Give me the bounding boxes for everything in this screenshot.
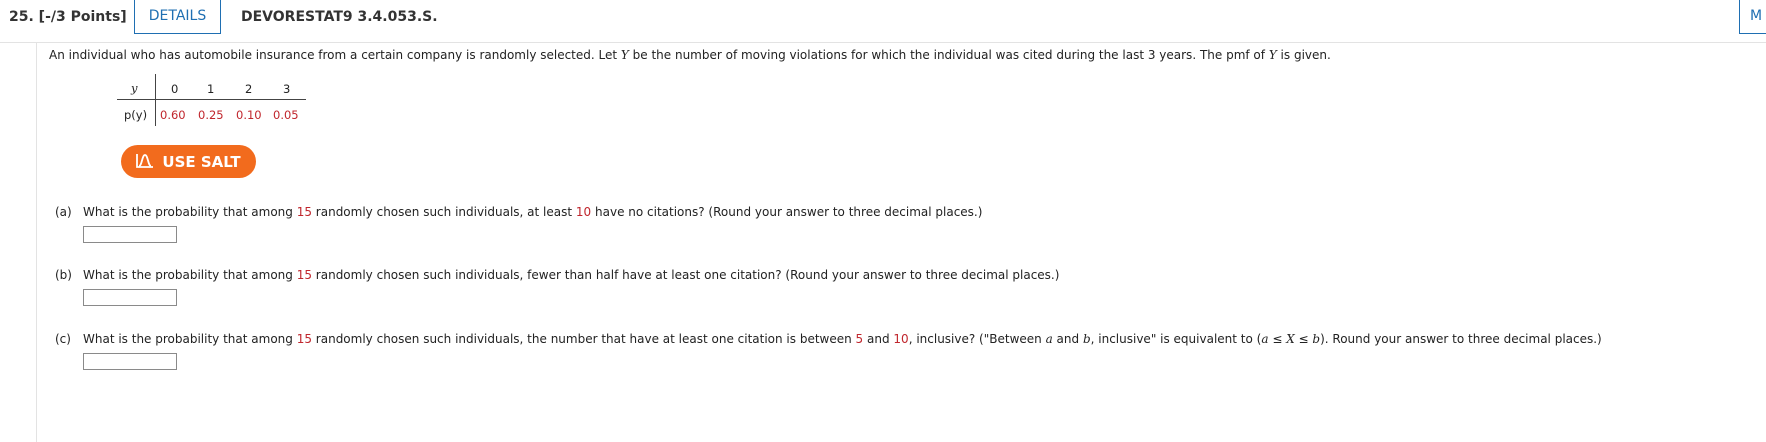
intro-text: be the number of moving violations for w… bbox=[628, 48, 1269, 62]
question-text: randomly chosen such individuals, the nu… bbox=[311, 332, 856, 346]
use-salt-button[interactable]: USE SALT bbox=[121, 145, 256, 178]
table-p-value: 0.05 bbox=[273, 108, 299, 122]
table-y-value: 1 bbox=[207, 82, 215, 96]
table-divider-vertical bbox=[155, 74, 156, 126]
table-row-label-y: y bbox=[131, 81, 138, 95]
sample-size-value: 15 bbox=[296, 268, 312, 282]
variable-x: X bbox=[1286, 332, 1295, 346]
question-text: randomly chosen such individuals, fewer … bbox=[311, 268, 1060, 282]
question-text: , inclusive? ("Between bbox=[908, 332, 1046, 346]
table-y-value: 0 bbox=[171, 82, 179, 96]
variable-a: a bbox=[1045, 332, 1053, 346]
variable-y: Y bbox=[620, 48, 629, 62]
sample-size-value: 15 bbox=[296, 205, 312, 219]
my-notes-button[interactable]: M bbox=[1739, 0, 1766, 34]
problem-intro: An individual who has automobile insuran… bbox=[49, 48, 1331, 62]
question-text: ≤ bbox=[1294, 332, 1313, 346]
answer-input-b[interactable] bbox=[83, 289, 177, 306]
answer-input-c[interactable] bbox=[83, 353, 177, 370]
table-y-value: 3 bbox=[283, 82, 291, 96]
part-c-question: (c) What is the probability that among 15… bbox=[55, 332, 1602, 346]
question-text: and bbox=[1052, 332, 1083, 346]
question-text: , inclusive" is equivalent to ( bbox=[1090, 332, 1262, 346]
variable-a: a bbox=[1261, 332, 1269, 346]
threshold-value: 10 bbox=[575, 205, 592, 219]
question-text: ≤ bbox=[1268, 332, 1287, 346]
question-header: 25. [-/3 Points] DETAILS DEVORESTAT9 3.4… bbox=[0, 0, 1766, 43]
question-text: What is the probability that among bbox=[83, 268, 297, 282]
part-label: (b) bbox=[55, 268, 72, 282]
question-code: DEVORESTAT9 3.4.053.S. bbox=[241, 9, 438, 25]
table-p-value: 0.60 bbox=[160, 108, 186, 122]
variable-y: Y bbox=[1268, 48, 1277, 62]
question-text: What is the probability that among bbox=[83, 332, 297, 346]
variable-b: b bbox=[1082, 332, 1091, 346]
table-row-label-py: p(y) bbox=[124, 108, 148, 122]
details-button[interactable]: DETAILS bbox=[134, 0, 221, 34]
part-b-question: (b) What is the probability that among 15… bbox=[55, 268, 1059, 282]
question-text: and bbox=[863, 332, 894, 346]
table-y-value: 2 bbox=[245, 82, 253, 96]
answer-input-a[interactable] bbox=[83, 226, 177, 243]
left-divider bbox=[36, 42, 37, 442]
sample-size-value: 15 bbox=[296, 332, 312, 346]
part-label: (a) bbox=[55, 205, 72, 219]
intro-text: An individual who has automobile insuran… bbox=[49, 48, 621, 62]
table-divider-horizontal bbox=[117, 99, 306, 100]
use-salt-label: USE SALT bbox=[162, 152, 241, 171]
question-text: randomly chosen such individuals, at lea… bbox=[311, 205, 576, 219]
salt-chart-icon bbox=[136, 152, 154, 172]
part-a-question: (a) What is the probability that among 15… bbox=[55, 205, 982, 219]
question-text: What is the probability that among bbox=[83, 205, 297, 219]
part-label: (c) bbox=[55, 332, 71, 346]
question-text: ). Round your answer to three decimal pl… bbox=[1320, 332, 1602, 346]
upper-bound-value: 10 bbox=[893, 332, 909, 346]
question-number: 25. [-/3 Points] bbox=[9, 9, 127, 25]
intro-text: is given. bbox=[1276, 48, 1331, 62]
question-text: have no citations? (Round your answer to… bbox=[591, 205, 983, 219]
table-p-value: 0.25 bbox=[198, 108, 224, 122]
variable-b: b bbox=[1312, 332, 1321, 346]
table-p-value: 0.10 bbox=[236, 108, 262, 122]
